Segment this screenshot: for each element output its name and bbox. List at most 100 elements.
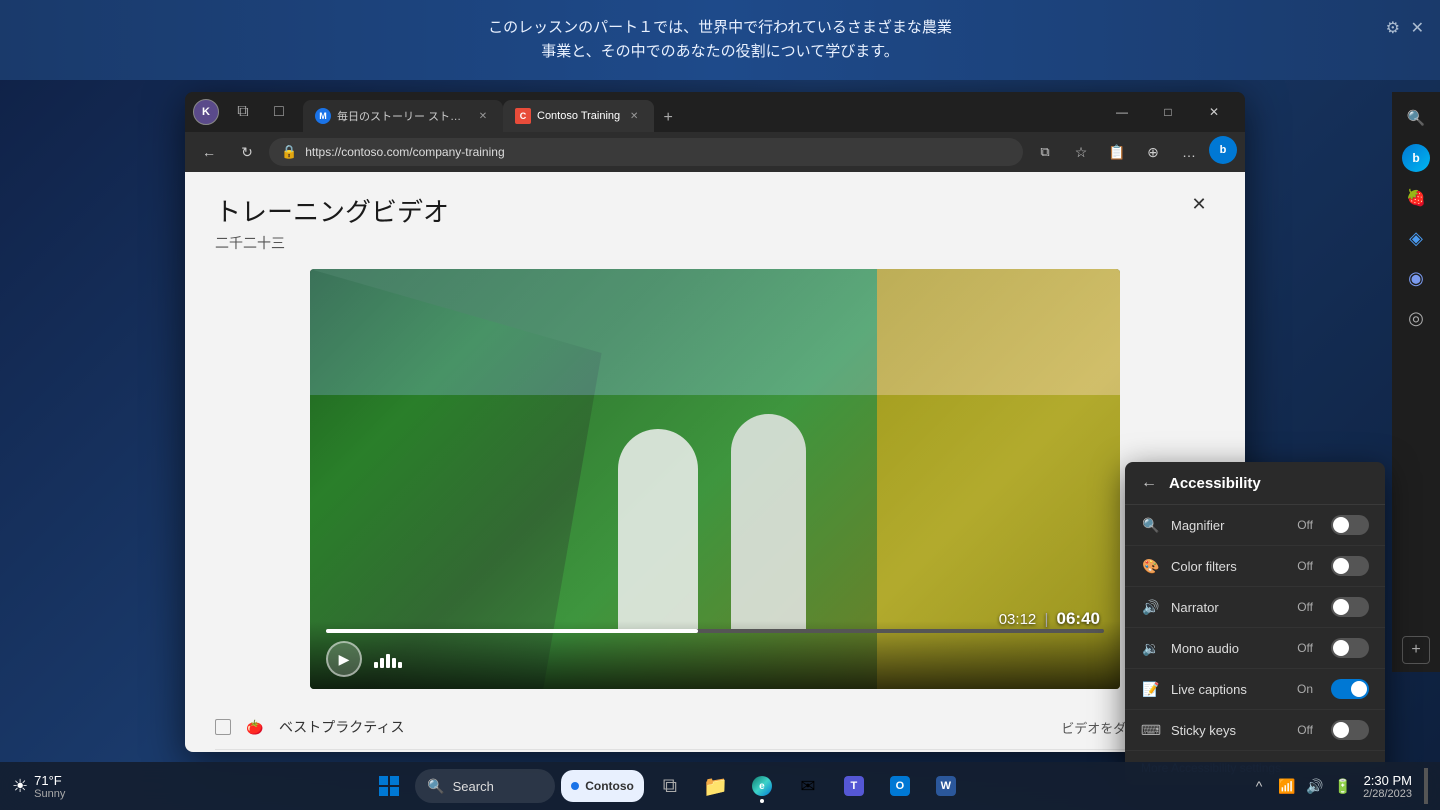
task-view-button[interactable]: ⧉: [650, 766, 690, 806]
browser-titlebar: K ⧉ □ M 毎日のストーリー ストリーム ✕ C Cont: [185, 92, 1245, 132]
start-button[interactable]: [369, 766, 409, 806]
browser-tabs: M 毎日のストーリー ストリーム ✕ C Contoso Training ✕ …: [303, 92, 1099, 132]
mono-audio-icon: 🔉: [1141, 638, 1161, 658]
split-screen-button[interactable]: ⧉: [1029, 136, 1061, 168]
network-icon[interactable]: 📶: [1275, 774, 1299, 798]
teams-button[interactable]: T: [834, 766, 874, 806]
edge-browser-button[interactable]: e: [742, 766, 782, 806]
more-button[interactable]: …: [1173, 136, 1205, 168]
volume-bar-1: [374, 662, 378, 668]
mail-button[interactable]: ✉: [788, 766, 828, 806]
sidebar-favorites-button[interactable]: 🍓: [1398, 180, 1434, 216]
live-captions-toggle[interactable]: [1331, 679, 1369, 699]
sidebar-search-button[interactable]: 🔍: [1398, 100, 1434, 136]
nav-actions: ⧉ ☆ 📋 ⊕ … b: [1029, 136, 1237, 168]
tab1-close-icon[interactable]: ✕: [475, 108, 491, 124]
clock[interactable]: 2:30 PM 2/28/2023: [1359, 773, 1416, 800]
contoso-badge[interactable]: Contoso: [561, 770, 644, 802]
narrator-toggle[interactable]: [1331, 597, 1369, 617]
play-button[interactable]: ▶: [326, 641, 362, 677]
panel-back-button[interactable]: ←: [1141, 474, 1157, 492]
tab2-favicon: C: [515, 108, 531, 124]
sidebar-ext3-button[interactable]: ◎: [1398, 300, 1434, 336]
panel-header: ← Accessibility: [1125, 462, 1385, 505]
video-progress-bar[interactable]: [326, 629, 1104, 633]
panel-title: Accessibility: [1169, 475, 1261, 492]
color-filters-toggle[interactable]: [1331, 556, 1369, 576]
refresh-button[interactable]: ↻: [231, 136, 263, 168]
favorites-icon: 🍓: [1406, 188, 1426, 208]
avatar[interactable]: K: [193, 99, 219, 125]
tab1-label: 毎日のストーリー ストリーム: [337, 108, 469, 124]
tab-nav-icon2[interactable]: □: [263, 96, 295, 128]
sticky-keys-label: Sticky keys: [1171, 723, 1287, 738]
playlist-item-1: 🍅 ベストプラクティス ビデオをダウンロード ✕: [215, 705, 1215, 750]
collections-button[interactable]: 📋: [1101, 136, 1133, 168]
browser-window: K ⧉ □ M 毎日のストーリー ストリーム ✕ C Cont: [185, 92, 1245, 752]
weather-condition: Sunny: [34, 788, 65, 800]
video-buttons: ▶: [326, 641, 1104, 677]
narrator-status: Off: [1297, 600, 1313, 614]
notification-text: このレッスンのパート１では、世界中で行われているさまざまな農業 事業と、その中で…: [488, 16, 952, 64]
word-button[interactable]: W: [926, 766, 966, 806]
contoso-label: Contoso: [585, 779, 634, 793]
magnifier-toggle-knob: [1333, 517, 1349, 533]
minimize-button[interactable]: —: [1099, 96, 1145, 128]
outlook-button[interactable]: O: [880, 766, 920, 806]
page-title: トレーニングビデオ: [215, 192, 1215, 229]
search-icon: 🔍: [427, 778, 444, 795]
browser-navbar: ← ↻ 🔒 https://contoso.com/company-traini…: [185, 132, 1245, 172]
live-captions-status: On: [1297, 682, 1313, 696]
sidebar-bing-button[interactable]: b: [1398, 140, 1434, 176]
tray-chevron[interactable]: ^: [1247, 774, 1271, 798]
mono-audio-toggle[interactable]: [1331, 638, 1369, 658]
weather-widget[interactable]: ☀ 71°F Sunny: [12, 773, 65, 800]
playlist-checkbox-1[interactable]: [215, 719, 231, 735]
live-captions-icon: 📝: [1141, 679, 1161, 699]
sidebar-add-button[interactable]: +: [1402, 636, 1430, 664]
tab-2[interactable]: C Contoso Training ✕: [503, 100, 654, 132]
sticky-keys-status: Off: [1297, 723, 1313, 737]
file-explorer-button[interactable]: 📁: [696, 766, 736, 806]
back-button[interactable]: ←: [193, 136, 225, 168]
sticky-keys-toggle-knob: [1333, 722, 1349, 738]
show-desktop-button[interactable]: [1424, 768, 1428, 804]
notification-settings-icon[interactable]: ⚙: [1386, 18, 1400, 38]
tab2-label: Contoso Training: [537, 110, 620, 122]
bing-copilot-button[interactable]: b: [1209, 136, 1237, 164]
sidebar-ext1-button[interactable]: ◈: [1398, 220, 1434, 256]
file-explorer-icon: 📁: [704, 774, 728, 798]
color-filters-label: Color filters: [1171, 559, 1287, 574]
video-controls: ▶: [310, 621, 1120, 689]
tab-nav-icon1[interactable]: ⧉: [227, 96, 259, 128]
color-filters-icon: 🎨: [1141, 556, 1161, 576]
clock-time: 2:30 PM: [1363, 773, 1412, 788]
magnifier-icon: 🔍: [1141, 515, 1161, 535]
volume-bar-2: [380, 658, 384, 668]
tab-1[interactable]: M 毎日のストーリー ストリーム ✕: [303, 100, 503, 132]
favorites-button[interactable]: ☆: [1065, 136, 1097, 168]
sticky-keys-toggle[interactable]: [1331, 720, 1369, 740]
content-close-button[interactable]: ✕: [1183, 188, 1215, 220]
tab2-close-icon[interactable]: ✕: [626, 108, 642, 124]
taskbar-left: ☀ 71°F Sunny: [0, 773, 100, 800]
magnifier-toggle[interactable]: [1331, 515, 1369, 535]
new-tab-button[interactable]: +: [654, 104, 682, 132]
playlist: 🍅 ベストプラクティス ビデオをダウンロード ✕ 🌿 従業員のドキュ... ビデ…: [215, 705, 1215, 752]
browser-content: ✕ トレーニングビデオ 二千二十三 03:12 | 06:40: [185, 172, 1245, 752]
maximize-button[interactable]: □: [1145, 96, 1191, 128]
sidebar-ext2-button[interactable]: ◉: [1398, 260, 1434, 296]
volume-bar-3: [386, 654, 390, 668]
page-subtitle: 二千二十三: [215, 233, 1215, 253]
battery-icon[interactable]: 🔋: [1331, 774, 1355, 798]
address-bar[interactable]: 🔒 https://contoso.com/company-training: [269, 138, 1023, 166]
mail-icon: ✉: [796, 774, 820, 798]
person1-visual: [618, 429, 698, 629]
notification-close-icon[interactable]: ✕: [1411, 18, 1424, 38]
close-button[interactable]: ✕: [1191, 96, 1237, 128]
contoso-dot: [571, 782, 579, 790]
person2-visual: [731, 414, 806, 629]
extensions-button[interactable]: ⊕: [1137, 136, 1169, 168]
sound-icon[interactable]: 🔊: [1303, 774, 1327, 798]
taskbar-search[interactable]: 🔍 Search: [415, 769, 555, 803]
